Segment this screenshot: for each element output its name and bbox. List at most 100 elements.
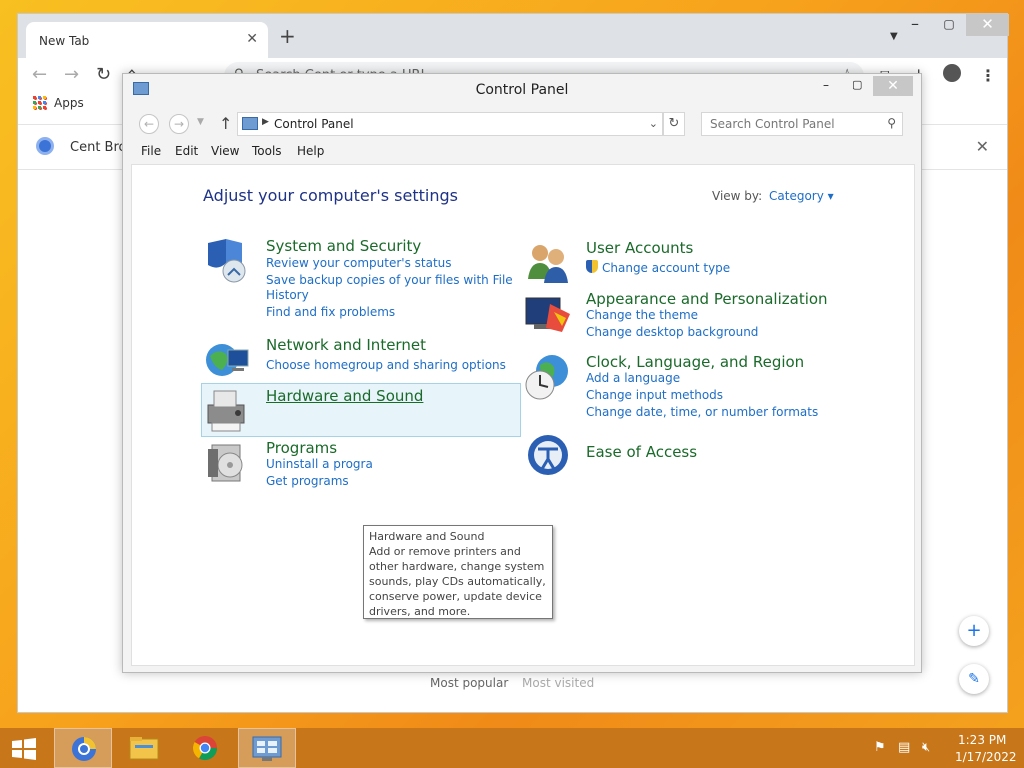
up-button[interactable]: ↑ xyxy=(219,114,232,133)
category-title[interactable]: Ease of Access xyxy=(586,443,697,461)
maximize-button[interactable]: ▢ xyxy=(932,14,966,36)
search-placeholder: Search Control Panel xyxy=(710,117,835,131)
maximize-button[interactable]: ▢ xyxy=(852,78,862,91)
most-visited-tab[interactable]: Most visited xyxy=(522,676,594,690)
edit-button[interactable]: ✎ xyxy=(959,664,989,694)
shield-icon[interactable] xyxy=(204,237,252,285)
back-icon[interactable]: ← xyxy=(32,64,47,85)
taskbar-control-panel[interactable] xyxy=(238,728,296,768)
new-tab-button[interactable]: + xyxy=(279,24,296,48)
link-date-time-formats[interactable]: Change date, time, or number formats xyxy=(586,405,818,419)
category-title[interactable]: Clock, Language, and Region xyxy=(586,353,804,371)
volume-muted-icon[interactable]: 🔇︎ xyxy=(922,740,930,755)
link-input-methods[interactable]: Change input methods xyxy=(586,388,723,402)
link-save-backup[interactable]: Save backup copies of your files with Fi… xyxy=(266,273,513,287)
category-title[interactable]: Appearance and Personalization xyxy=(586,290,828,308)
uac-shield-icon xyxy=(586,260,598,273)
breadcrumb[interactable]: Control Panel xyxy=(274,117,354,131)
tooltip: Hardware and Sound Add or remove printer… xyxy=(363,525,553,619)
close-button[interactable]: ✕ xyxy=(873,76,913,96)
category-title[interactable]: System and Security xyxy=(266,237,421,255)
apps-grid-icon[interactable] xyxy=(33,96,47,110)
folder-icon xyxy=(129,737,159,760)
close-infobar-icon[interactable]: ✕ xyxy=(976,137,989,156)
search-input[interactable]: Search Control Panel ⚲ xyxy=(701,112,903,136)
view-by-label: View by: xyxy=(712,189,763,203)
menu-tools[interactable]: Tools xyxy=(252,144,282,158)
link-change-theme[interactable]: Change the theme xyxy=(586,308,698,322)
title-bar[interactable]: Control Panel – ▢ ✕ xyxy=(123,74,921,104)
monitor-palette-icon[interactable] xyxy=(524,290,572,338)
chrome-icon xyxy=(192,736,217,761)
taskbar-file-explorer[interactable] xyxy=(116,728,174,768)
chevron-down-icon[interactable]: ⌄ xyxy=(649,117,658,130)
close-button[interactable]: ✕ xyxy=(966,14,1009,36)
link-change-account-type[interactable]: Change account type xyxy=(602,261,730,275)
view-by-value: Category xyxy=(769,189,824,203)
address-field[interactable]: ▶ Control Panel ⌄ xyxy=(237,112,663,136)
menu-view[interactable]: View xyxy=(211,144,239,158)
menu-icon[interactable]: ⋮ xyxy=(980,66,996,85)
tab-search-icon[interactable]: ▼ xyxy=(890,31,898,42)
navigation-bar: ← → ▼ ↑ ▶ Control Panel ⌄ ↻ Search Contr… xyxy=(131,110,915,138)
view-by-dropdown[interactable]: Category ▾ xyxy=(769,189,834,203)
taskbar: ⚑ ▤ 🔇︎ 1:23 PM 1/17/2022 xyxy=(0,728,1024,768)
programs-icon[interactable] xyxy=(204,439,252,487)
control-panel-content: Adjust your computer's settings View by:… xyxy=(131,164,915,666)
forward-icon[interactable]: → xyxy=(64,64,79,85)
control-panel-icon xyxy=(242,117,258,130)
close-tab-icon[interactable]: ✕ xyxy=(246,31,258,47)
menu-file[interactable]: File xyxy=(141,144,161,158)
apps-bookmark[interactable]: Apps xyxy=(54,96,84,110)
minimize-button[interactable]: – xyxy=(898,14,932,36)
control-panel-window: Control Panel – ▢ ✕ ← → ▼ ↑ ▶ Control Pa… xyxy=(122,73,922,673)
recent-locations-icon[interactable]: ▼ xyxy=(197,117,204,127)
forward-button[interactable]: → xyxy=(169,114,189,134)
window-title: Control Panel xyxy=(475,82,569,98)
link-get-programs[interactable]: Get programs xyxy=(266,474,349,488)
clock-time[interactable]: 1:23 PM xyxy=(958,733,1006,747)
tooltip-body: Add or remove printers and other hardwar… xyxy=(369,545,546,618)
menu-bar: File Edit View Tools Help xyxy=(131,141,915,163)
action-center-flag-icon[interactable]: ⚑ xyxy=(874,740,886,755)
globe-network-icon[interactable] xyxy=(204,336,252,384)
taskbar-chrome[interactable] xyxy=(177,728,235,768)
network-icon[interactable]: ▤ xyxy=(898,740,910,755)
category-title[interactable]: User Accounts xyxy=(586,239,693,257)
printer-icon[interactable] xyxy=(204,387,252,435)
control-panel-icon xyxy=(252,736,282,761)
link-history[interactable]: History xyxy=(266,288,309,302)
link-change-background[interactable]: Change desktop background xyxy=(586,325,758,339)
page-title: Adjust your computer's settings xyxy=(203,186,458,205)
link-add-language[interactable]: Add a language xyxy=(586,371,680,385)
link-find-fix[interactable]: Find and fix problems xyxy=(266,305,395,319)
category-title[interactable]: Network and Internet xyxy=(266,336,426,354)
add-shortcut-button[interactable]: + xyxy=(959,616,989,646)
taskbar-cent-browser[interactable] xyxy=(54,728,112,768)
profile-avatar-icon[interactable] xyxy=(943,64,961,82)
link-homegroup[interactable]: Choose homegroup and sharing options xyxy=(266,358,506,372)
ease-of-access-icon[interactable] xyxy=(524,431,572,479)
clock-globe-icon[interactable] xyxy=(524,353,572,401)
menu-help[interactable]: Help xyxy=(297,144,324,158)
tooltip-title: Hardware and Sound xyxy=(369,530,485,543)
search-icon[interactable]: ⚲ xyxy=(887,116,896,130)
reload-icon[interactable]: ↻ xyxy=(96,64,111,85)
back-button[interactable]: ← xyxy=(139,114,159,134)
clock-date[interactable]: 1/17/2022 xyxy=(955,750,1017,764)
category-title[interactable]: Programs xyxy=(266,439,337,457)
breadcrumb-separator-icon[interactable]: ▶ xyxy=(262,117,269,127)
category-title[interactable]: Hardware and Sound xyxy=(266,387,423,405)
users-icon[interactable] xyxy=(524,239,572,287)
minimize-button[interactable]: – xyxy=(823,78,829,92)
most-popular-tab[interactable]: Most popular xyxy=(430,676,508,690)
tab-title: New Tab xyxy=(39,34,90,48)
refresh-button[interactable]: ↻ xyxy=(663,112,685,136)
link-review-status[interactable]: Review your computer's status xyxy=(266,256,452,270)
cent-browser-icon xyxy=(72,737,96,761)
windows-start-icon[interactable] xyxy=(10,737,38,761)
browser-logo-icon xyxy=(36,137,54,155)
menu-edit[interactable]: Edit xyxy=(175,144,198,158)
link-uninstall[interactable]: Uninstall a progra xyxy=(266,457,373,471)
tab-new-tab[interactable]: New Tab ✕ xyxy=(26,22,268,58)
